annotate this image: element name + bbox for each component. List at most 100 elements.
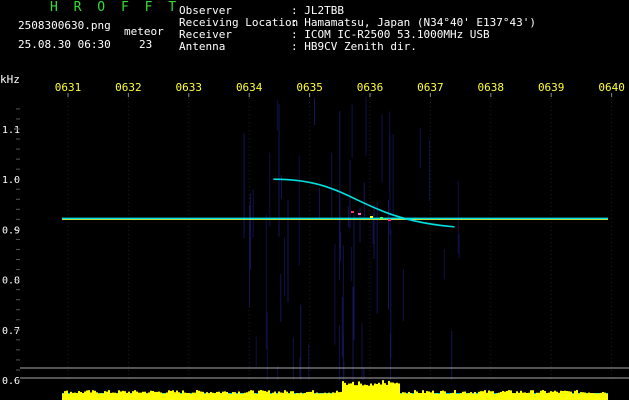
y-axis-label: kHz <box>0 73 20 86</box>
spectrum-bar <box>332 392 334 400</box>
spectrum-bar <box>526 393 528 400</box>
spectrum-bar <box>296 393 298 400</box>
spectrum-bar <box>386 384 388 400</box>
spectrum-bar <box>242 393 244 400</box>
x-axis: 0631 0632 0633 0634 0635 0636 0637 0638 0639 0640 <box>55 81 625 97</box>
spectrum-bar <box>412 393 414 400</box>
spectrum-bar <box>274 391 276 400</box>
spectrum-bar <box>522 392 524 400</box>
spectrum-bar <box>150 390 152 400</box>
spectrum-bar <box>102 393 104 400</box>
spectrum-bar <box>462 391 464 400</box>
spectrum-bar <box>196 390 198 400</box>
spectrum-bar <box>176 390 178 400</box>
y-tick-label: 0.6 <box>2 376 20 387</box>
x-tick-label: 0639 <box>538 81 565 94</box>
spectrum-bar <box>472 393 474 400</box>
spectrum-bar <box>298 393 300 400</box>
noise-streak <box>390 229 392 359</box>
spectrum-bar <box>254 393 256 400</box>
spectrum-bar <box>470 392 472 400</box>
noise-streak <box>318 188 320 218</box>
spectrum-bar <box>236 393 238 400</box>
spectrum-bar <box>350 383 352 400</box>
noise-streak <box>300 304 302 380</box>
spectrum-bar <box>384 383 386 400</box>
noise-streak <box>287 200 289 303</box>
spectrum-bar <box>280 392 282 400</box>
spectrum-bar <box>312 390 314 400</box>
spectrum-bar <box>468 392 470 400</box>
spectrum-bar <box>506 390 508 400</box>
spectrum-bar <box>148 392 150 400</box>
spectrum-bar <box>382 380 384 400</box>
noise-streak <box>361 322 363 380</box>
spectrum-bar <box>536 392 538 400</box>
spectrum-bar <box>308 391 310 400</box>
spectrum-bar <box>518 392 520 400</box>
spectrum-bar <box>186 393 188 400</box>
spectrum-bar <box>128 391 130 400</box>
spectrum-bar <box>346 384 348 400</box>
spectrum-bar <box>430 392 432 400</box>
spectrum-bar <box>330 393 332 400</box>
spectrum-bar <box>408 391 410 400</box>
spectrum-bar <box>154 391 156 400</box>
spectrum-bar <box>460 393 462 400</box>
spectrum-bar <box>572 393 574 400</box>
spectrum-bar <box>198 390 200 400</box>
spectrum-bar <box>362 385 364 400</box>
spectrum-bar <box>72 392 74 400</box>
spectrum-bar <box>288 393 290 400</box>
spectrum-bar <box>324 392 326 400</box>
spectrum-bar <box>200 391 202 400</box>
x-tick-label: 0633 <box>176 81 203 94</box>
spectrum-bar <box>210 392 212 400</box>
spectrum-bar <box>530 390 532 400</box>
noise-streak <box>388 199 389 310</box>
noise-streak <box>365 96 367 156</box>
y-tick-label: 0.7 <box>2 326 20 337</box>
spectrum-bar <box>82 393 84 400</box>
spectrum-bar <box>294 393 296 400</box>
spectrum-bar <box>142 391 144 400</box>
noise-streak <box>249 193 251 270</box>
noise-streak <box>350 247 352 281</box>
spectrum-bar <box>552 391 554 400</box>
spectrum-bar <box>580 392 582 400</box>
spectrum-bar <box>520 390 522 400</box>
spectrum-bar <box>98 393 100 400</box>
spectrum-bar <box>548 392 550 400</box>
y-tick-label: 0.9 <box>2 225 20 236</box>
noise-streak <box>243 133 245 238</box>
spectrum-bar <box>502 390 504 400</box>
spectrum-bar <box>334 392 336 400</box>
spectrum-bar <box>420 393 422 400</box>
spectrum-bar <box>170 390 172 400</box>
spectrum-bar <box>514 393 516 400</box>
spectrum-bar <box>596 393 598 400</box>
spectrum-bar <box>484 390 486 400</box>
spectrum-bar <box>110 392 112 400</box>
spectrum-bar <box>86 390 88 400</box>
echo-intensity-spot <box>370 216 373 218</box>
spectrum-bar <box>544 390 546 400</box>
spectrum-bar <box>164 393 166 400</box>
y-axis: 1.1 1.0 0.9 0.8 0.7 0.6 <box>2 108 20 387</box>
spectrum-bar <box>156 391 158 400</box>
spectrum-bar <box>602 392 604 400</box>
spectrum-bar <box>400 393 402 400</box>
spectrum-bar <box>426 391 428 400</box>
spectrum-bar <box>234 392 236 400</box>
spectrum-bar <box>166 392 168 400</box>
spectrum-bar <box>576 390 578 400</box>
noise-streak <box>284 237 285 296</box>
spectrum-bar <box>66 390 68 400</box>
spectrum-bar <box>528 392 530 400</box>
noise-streak <box>292 337 294 380</box>
spectrum-bar <box>116 393 118 400</box>
spectrum-bar <box>230 393 232 400</box>
noise-streak <box>381 114 383 183</box>
spectrum-bar <box>286 391 288 400</box>
spectrum-bar <box>84 391 86 400</box>
